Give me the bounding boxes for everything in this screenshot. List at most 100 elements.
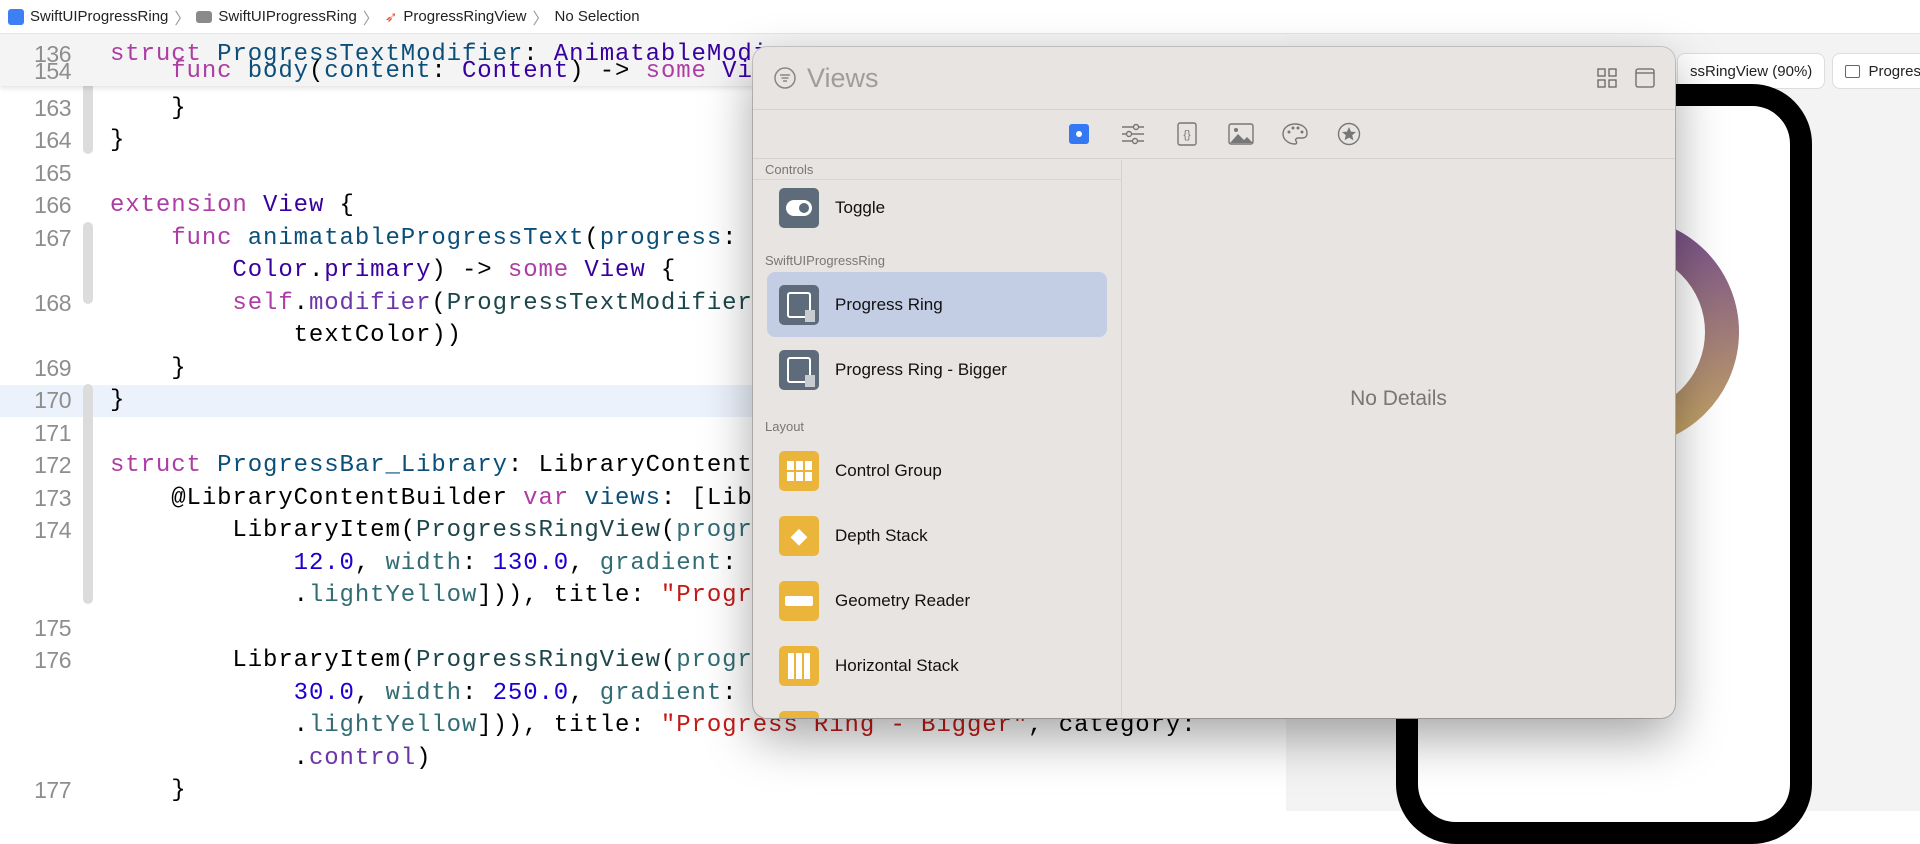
views-icon (1069, 124, 1089, 144)
library-search-input[interactable]: Views (807, 63, 879, 94)
code-token: var (523, 484, 570, 512)
tab-snippets[interactable]: {} (1173, 120, 1201, 148)
code-text: .control) (110, 745, 431, 772)
image-icon (1228, 123, 1254, 145)
code-token: { (324, 192, 355, 220)
code-token: Color (110, 257, 309, 285)
preview-variant-pill[interactable]: ssRingView (90%) (1678, 54, 1825, 88)
code-token: ( (584, 224, 600, 252)
library-item[interactable]: Toggle (753, 180, 1107, 236)
code-text: LibraryItem(ProgressRingView(progre (110, 647, 768, 674)
code-text: 12.0, width: 130.0, gradient: G (110, 550, 768, 577)
code-token: . (110, 744, 309, 772)
code-token: ])), title: (477, 712, 661, 740)
code-token: ( (660, 647, 677, 675)
chevron-icon: 〉 (362, 10, 379, 28)
library-list[interactable]: Controls Toggle SwiftUIProgressRing Progres… (753, 160, 1122, 718)
tab-modifiers[interactable] (1119, 120, 1147, 148)
sliders-icon (1122, 123, 1144, 145)
library-popup: Views {} Controls Toggle SwiftUIProgressRi… (753, 47, 1675, 718)
filter-icon[interactable] (773, 66, 797, 90)
custom-view-icon (779, 284, 819, 325)
code-token: . (293, 289, 309, 317)
pill-label: ssRingView (90%) (1690, 62, 1813, 80)
code-token: lightYellow (308, 712, 478, 740)
code-token: control (308, 744, 417, 772)
code-token: ProgressRingView (416, 647, 661, 675)
line-number: 166 (34, 192, 71, 219)
code-text: .lightYellow])), title: "Progre (110, 582, 768, 609)
library-item[interactable]: Control Group (753, 438, 1107, 503)
app-icon (8, 8, 24, 25)
tab-favorites[interactable] (1335, 120, 1363, 148)
svg-text:{}: {} (1183, 129, 1191, 141)
swift-icon: ➶ (384, 8, 398, 26)
code-token: some (645, 57, 707, 85)
no-details-label: No Details (1350, 387, 1447, 410)
library-item[interactable]: Progress Ring (767, 272, 1107, 337)
code-token: : [Libr (660, 484, 769, 512)
code-token: extension (110, 192, 248, 220)
star-icon (1337, 122, 1361, 146)
code-text: } (110, 777, 187, 804)
code-token: . (110, 582, 309, 610)
code-token: func (110, 224, 233, 252)
line-number: 177 (34, 777, 71, 804)
line-number: 173 (34, 484, 71, 511)
code-fold-ribbon[interactable] (83, 76, 93, 154)
code-token: textColor)) (110, 322, 462, 350)
line-number: 164 (34, 127, 71, 154)
code-token: width (385, 679, 462, 707)
code-token: func (110, 57, 233, 85)
breadcrumb-project[interactable]: SwiftUIProgressRing (30, 8, 168, 25)
library-item[interactable]: ◆ Depth Stack (753, 503, 1107, 568)
columns-icon (779, 645, 819, 686)
code-fold-ribbon[interactable] (83, 222, 93, 304)
code-token: View (247, 192, 325, 220)
code-token: , (569, 549, 600, 577)
code-token: } (110, 777, 187, 805)
code-token: modifier (308, 289, 432, 317)
library-item[interactable]: Progress Ring - Bigger (753, 337, 1107, 402)
line-number: 170 (34, 387, 71, 414)
device-icon (1845, 64, 1861, 78)
section-header: Controls (753, 160, 1121, 180)
code-token: : (431, 57, 462, 85)
code-token: "Progre (660, 582, 769, 610)
tab-colors[interactable] (1281, 120, 1309, 148)
toggle-icon (779, 188, 819, 228)
code-token: LibraryItem( (110, 647, 417, 675)
code-token: } (110, 354, 187, 382)
preview-pill[interactable]: Progres (1833, 54, 1920, 88)
detail-view-icon[interactable] (1635, 68, 1655, 88)
line-number: 167 (34, 224, 71, 251)
section-header: SwiftUIProgressRing (765, 253, 885, 268)
chevron-icon: 〉 (532, 10, 549, 28)
code-line[interactable]: .control) (0, 742, 1286, 775)
code-token: 12.0 (293, 549, 355, 577)
section-header: Layout (765, 419, 805, 434)
library-item-label: Toggle (835, 198, 886, 217)
chevron-icon: 〉 (174, 10, 191, 28)
code-token: ) (416, 744, 432, 772)
library-item[interactable]: Horizontal Stack (753, 633, 1107, 698)
tab-media[interactable] (1227, 120, 1255, 148)
code-text: LibraryItem(ProgressRingView(progre (110, 517, 768, 544)
code-text: textColor)) (110, 322, 462, 349)
library-item[interactable]: Geometry Reader (753, 568, 1107, 633)
library-item[interactable]: Lazy Horizontal Grid (753, 698, 1107, 718)
grid-view-icon[interactable] (1597, 68, 1617, 88)
breadcrumb-folder[interactable]: SwiftUIProgressRing (218, 8, 356, 25)
code-line[interactable]: 177 } (0, 775, 1286, 808)
tab-views[interactable] (1065, 120, 1093, 148)
code-token: ( (308, 57, 325, 85)
breadcrumb-file[interactable]: ProgressRingView (403, 8, 526, 25)
breadcrumb-symbol[interactable]: No Selection (555, 8, 640, 25)
code-fold-ribbon[interactable] (83, 384, 93, 604)
code-text: func animatableProgressText(progress: D (110, 225, 768, 252)
code-token: : (461, 549, 493, 577)
code-token: , (569, 679, 600, 707)
code-text: self.modifier(ProgressTextModifier( (110, 290, 768, 317)
